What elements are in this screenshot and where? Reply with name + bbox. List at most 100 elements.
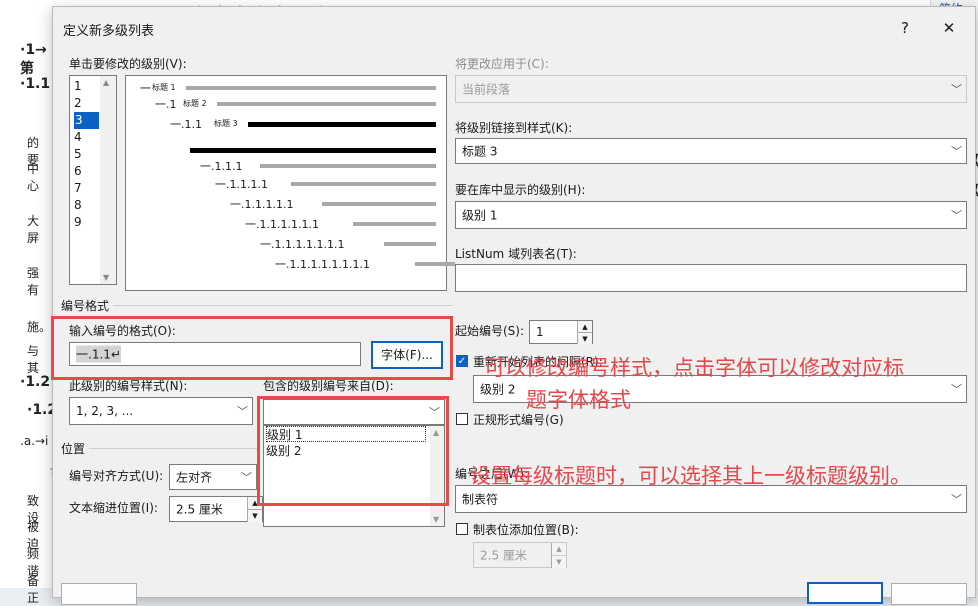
- align-label: 编号对齐方式(U):: [69, 469, 164, 483]
- preview-number: 一.1.1.1.1: [215, 178, 268, 191]
- close-button[interactable]: ✕: [931, 15, 967, 41]
- level-item-9[interactable]: 9: [74, 214, 82, 231]
- align-value: 左对齐: [176, 470, 213, 485]
- legal-numbering-checkbox[interactable]: [456, 413, 468, 425]
- help-button[interactable]: ?: [887, 15, 923, 41]
- spin-up-icon[interactable]: ▲: [551, 543, 566, 555]
- level-preview: 一标题 1 一.1 标题 2 一.1.1 标题 3 一.1.1.1 一.1.1.1.1 一.1…: [125, 75, 455, 291]
- level-item-5[interactable]: 5: [74, 146, 82, 163]
- indent-spinner[interactable]: 2.5 厘米 ▲ ▼: [169, 496, 263, 522]
- preview-number: 一.1.1.1.1.1.1.1: [260, 238, 345, 251]
- doc-margin-text: ·1.2: [20, 374, 51, 390]
- chevron-down-icon: ﹀: [951, 83, 962, 96]
- apply-to-label: 将更改应用于(C):: [455, 57, 549, 71]
- preview-number: 一.1.1.1.1.1.1.1.1: [275, 258, 370, 271]
- more-button[interactable]: [61, 583, 137, 605]
- preview-number: 一.1.1.1.1.1: [230, 198, 294, 211]
- preview-text-bar: [248, 122, 436, 127]
- number-style-select[interactable]: 1, 2, 3, ... ﹀: [69, 397, 253, 425]
- tab-stop-label: 制表位添加位置(B):: [473, 523, 579, 537]
- apply-to-value: 当前段落: [462, 82, 511, 97]
- preview-text-bar: [186, 86, 436, 90]
- doc-margin-text: ·1→第: [20, 42, 47, 77]
- level-item-8[interactable]: 8: [74, 197, 82, 214]
- doc-margin-text: .a.→i: [20, 434, 49, 448]
- start-at-label: 起始编号(S):: [455, 324, 525, 338]
- preview-text-bar: [217, 102, 436, 106]
- chevron-down-icon: ﹀: [951, 145, 962, 158]
- link-style-select[interactable]: 标题 3 ﹀: [455, 138, 967, 164]
- level-list[interactable]: 123456789 ▲ ▼: [69, 75, 117, 285]
- tab-stop-value: 2.5 厘米: [480, 548, 527, 563]
- tab-stop-checkbox[interactable]: [456, 523, 468, 535]
- doc-margin-text: 强有: [27, 266, 40, 297]
- dialog-title: 定义新多级列表: [63, 24, 155, 39]
- apply-to-select[interactable]: 当前段落 ﹀: [455, 75, 967, 103]
- align-select[interactable]: 左对齐 ﹀: [169, 464, 257, 490]
- spin-down-icon[interactable]: ▼: [551, 555, 566, 568]
- annotation-level-note: 设置每级标题时，可以选择其上一级标题级别。: [470, 464, 911, 488]
- preview-text-bar: [190, 148, 436, 153]
- spin-down-icon[interactable]: ▼: [577, 332, 592, 344]
- numbering-divider: [113, 305, 453, 306]
- gallery-level-label: 要在库中显示的级别(H):: [455, 183, 586, 197]
- annotation-numbering-note-2: 题字体格式: [526, 388, 631, 412]
- spin-up-icon[interactable]: ▲: [577, 321, 592, 332]
- doc-margin-text: 与其: [27, 344, 40, 375]
- preview-style-tag: 标题 1: [152, 83, 176, 92]
- highlight-include-box: [257, 396, 449, 506]
- position-heading: 位置: [61, 442, 86, 456]
- gallery-level-select[interactable]: 级别 1 ﹀: [455, 201, 967, 229]
- preview-number: 一: [140, 82, 151, 95]
- define-multilevel-list-dialog: 定义新多级列表 ? ✕ 单击要修改的级别(V): 123456789 ▲ ▼ 一…: [52, 6, 976, 605]
- link-style-label: 将级别链接到样式(K):: [455, 121, 573, 135]
- doc-margin-text: ·1.1: [20, 76, 51, 92]
- start-at-value: 1: [536, 325, 544, 339]
- annotation-numbering-note: 可以修改编号样式，点击字体可以修改对应标: [484, 356, 904, 380]
- listnum-input[interactable]: [455, 264, 967, 292]
- preview-text-bar: [384, 242, 436, 246]
- listnum-label: ListNum 域列表名(T):: [455, 247, 577, 261]
- chevron-down-icon: ﹀: [237, 405, 248, 418]
- doc-margin-text: 中心: [27, 162, 40, 193]
- ok-button[interactable]: [807, 582, 883, 604]
- indent-value: 2.5 厘米: [176, 502, 223, 517]
- cancel-button[interactable]: [891, 583, 967, 605]
- level-item-1[interactable]: 1: [74, 78, 82, 95]
- preview-text-bar: [415, 262, 455, 266]
- preview-number: 一.1.1.1: [200, 160, 243, 173]
- indent-label: 文本缩进位置(I):: [69, 501, 158, 515]
- doc-margin-text: 大屏: [27, 214, 40, 245]
- position-divider: [89, 448, 259, 449]
- preview-text-bar: [260, 164, 436, 168]
- tab-stop-spinner[interactable]: 2.5 厘米 ▲ ▼: [473, 542, 567, 568]
- scroll-down-icon[interactable]: ▼: [103, 273, 109, 282]
- restart-list-checkbox[interactable]: ✓: [456, 355, 468, 367]
- doc-margin-text: 备正: [27, 574, 40, 605]
- level-item-3[interactable]: 3: [74, 112, 99, 129]
- preview-number: 一.1.1: [170, 118, 202, 131]
- preview-style-tag: 标题 2: [183, 99, 207, 108]
- link-style-value: 标题 3: [462, 144, 498, 159]
- doc-margin-text: 施。: [27, 320, 52, 334]
- highlight-format-box: [51, 316, 453, 380]
- chevron-down-icon: ﹀: [951, 209, 962, 222]
- spin-down-icon[interactable]: ▼: [247, 509, 262, 522]
- number-style-value: 1, 2, 3, ...: [76, 404, 134, 418]
- level-item-4[interactable]: 4: [74, 129, 82, 146]
- scroll-down-icon[interactable]: ▼: [433, 515, 439, 524]
- start-at-spinner[interactable]: 1 ▲ ▼: [529, 320, 593, 344]
- level-item-7[interactable]: 7: [74, 180, 82, 197]
- level-list-scrollbar[interactable]: ▲ ▼: [100, 76, 116, 284]
- follow-number-value: 制表符: [462, 492, 499, 507]
- scroll-up-icon[interactable]: ▲: [103, 78, 109, 87]
- gallery-level-value: 级别 1: [462, 208, 498, 223]
- chevron-down-icon: ﹀: [241, 471, 252, 484]
- preview-text-bar: [353, 222, 436, 226]
- dialog-titlebar: 定义新多级列表 ? ✕: [53, 7, 975, 47]
- preview-number: 一.1.1.1.1.1.1: [245, 218, 319, 231]
- level-item-6[interactable]: 6: [74, 163, 82, 180]
- level-item-2[interactable]: 2: [74, 95, 82, 112]
- preview-text-bar: [291, 182, 436, 186]
- numbering-format-heading: 编号格式: [61, 299, 110, 313]
